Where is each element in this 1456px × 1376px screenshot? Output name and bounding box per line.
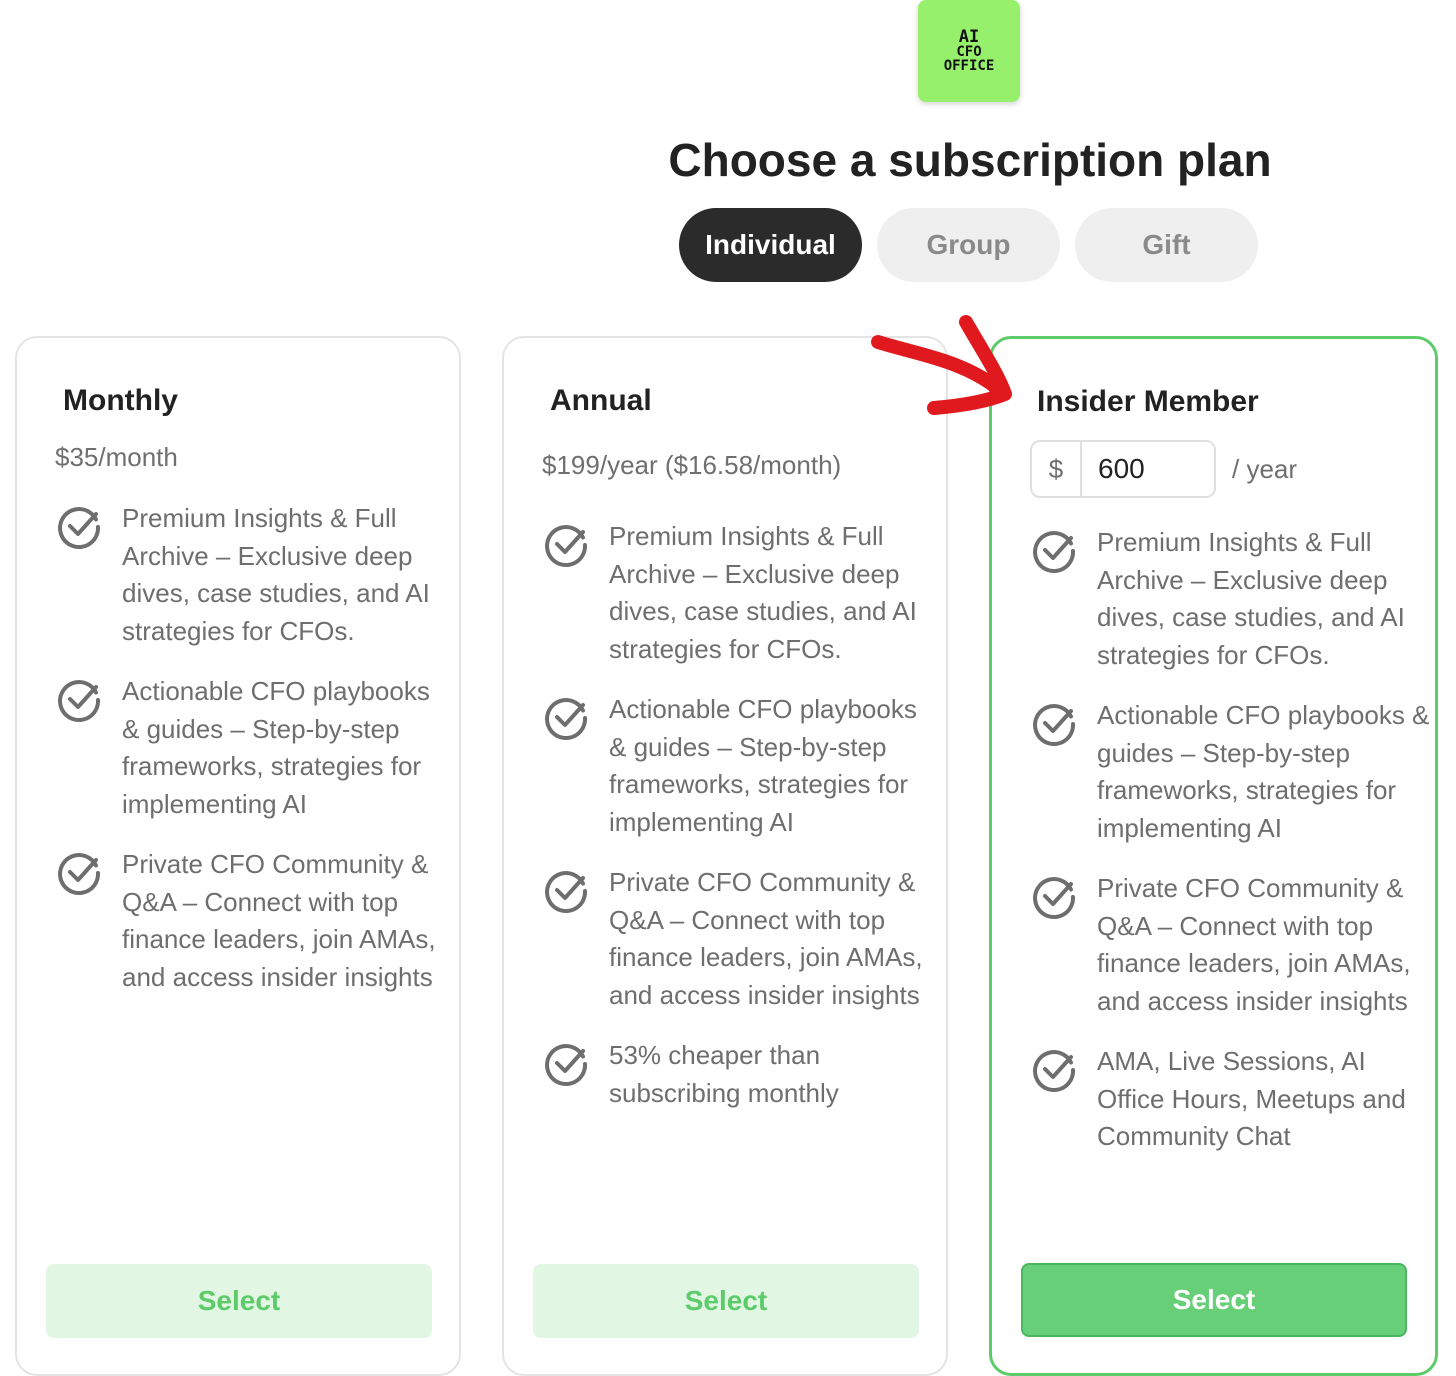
- feature-list: Premium Insights & Full Archive – Exclus…: [1030, 524, 1431, 1179]
- feature-text: Premium Insights & Full Archive – Exclus…: [1097, 527, 1405, 670]
- check-circle-icon: [1033, 877, 1076, 919]
- tab-individual[interactable]: Individual: [679, 208, 862, 282]
- feature-item: Private CFO Community & Q&A – Connect wi…: [1030, 870, 1431, 1020]
- tab-group[interactable]: Group: [877, 208, 1060, 282]
- logo: AI CFO OFFICE: [918, 0, 1020, 102]
- feature-item: AMA, Live Sessions, AI Office Hours, Mee…: [1030, 1043, 1431, 1156]
- select-monthly-button[interactable]: Select: [46, 1264, 432, 1338]
- check-circle-icon: [58, 680, 101, 722]
- check-circle-icon: [1033, 1050, 1076, 1092]
- feature-text: Premium Insights & Full Archive – Exclus…: [609, 521, 917, 664]
- billing-period: / year: [1232, 453, 1298, 484]
- plan-price: $35/month: [55, 442, 178, 472]
- feature-item: Actionable CFO playbooks & guides – Step…: [55, 673, 451, 823]
- feature-text: Actionable CFO playbooks & guides – Step…: [609, 694, 917, 837]
- feature-list: Premium Insights & Full Archive – Exclus…: [542, 518, 938, 1135]
- price-input-group: $: [1030, 440, 1216, 498]
- feature-text: Private CFO Community & Q&A – Connect wi…: [609, 867, 923, 1010]
- feature-text: Actionable CFO playbooks & guides – Step…: [1097, 700, 1430, 843]
- custom-price-row: $ / year: [1030, 440, 1297, 498]
- plan-type-tabs: Individual Group Gift: [679, 208, 1258, 282]
- plan-card-insider-member[interactable]: Insider Member $ / year Premium Insights…: [989, 336, 1438, 1376]
- plan-card-monthly[interactable]: Monthly $35/month Premium Insights & Ful…: [15, 336, 461, 1376]
- plan-title: Monthly: [63, 384, 178, 417]
- currency-symbol: $: [1032, 442, 1082, 496]
- check-circle-icon: [58, 507, 101, 549]
- feature-text: Private CFO Community & Q&A – Connect wi…: [1097, 873, 1411, 1016]
- feature-item: Actionable CFO playbooks & guides – Step…: [542, 691, 938, 841]
- plan-title: Insider Member: [1037, 385, 1259, 418]
- select-insider-member-button[interactable]: Select: [1021, 1263, 1407, 1337]
- logo-line-1: AI: [958, 27, 980, 47]
- feature-item: Premium Insights & Full Archive – Exclus…: [542, 518, 938, 668]
- feature-item: Private CFO Community & Q&A – Connect wi…: [55, 846, 451, 996]
- check-circle-icon: [545, 871, 588, 913]
- plan-card-annual[interactable]: Annual $199/year ($16.58/month) Premium …: [502, 336, 948, 1376]
- feature-item: Premium Insights & Full Archive – Exclus…: [1030, 524, 1431, 674]
- check-circle-icon: [58, 853, 101, 895]
- check-circle-icon: [1033, 704, 1076, 746]
- feature-text: Premium Insights & Full Archive – Exclus…: [122, 503, 430, 646]
- logo-line-3: OFFICE: [943, 58, 995, 74]
- plan-title: Annual: [550, 384, 652, 417]
- feature-text: Private CFO Community & Q&A – Connect wi…: [122, 849, 436, 992]
- feature-item: Private CFO Community & Q&A – Connect wi…: [542, 864, 938, 1014]
- red-arrow-annotation: [871, 315, 1012, 415]
- page-title: Choose a subscription plan: [668, 134, 1272, 186]
- check-circle-icon: [545, 525, 588, 567]
- feature-text: Actionable CFO playbooks & guides – Step…: [122, 676, 430, 819]
- feature-text: AMA, Live Sessions, AI Office Hours, Mee…: [1097, 1046, 1406, 1151]
- tab-gift[interactable]: Gift: [1075, 208, 1258, 282]
- feature-item: Actionable CFO playbooks & guides – Step…: [1030, 697, 1431, 847]
- check-circle-icon: [545, 698, 588, 740]
- feature-item: Premium Insights & Full Archive – Exclus…: [55, 500, 451, 650]
- plan-price: $199/year ($16.58/month): [542, 450, 842, 480]
- logo-line-2: CFO: [956, 44, 982, 60]
- check-circle-icon: [545, 1044, 588, 1086]
- amount-input[interactable]: [1082, 442, 1208, 496]
- feature-item: 53% cheaper than subscribing monthly: [542, 1037, 938, 1112]
- check-circle-icon: [1033, 531, 1076, 573]
- feature-list: Premium Insights & Full Archive – Exclus…: [55, 500, 451, 1019]
- feature-text: 53% cheaper than subscribing monthly: [609, 1040, 839, 1108]
- select-annual-button[interactable]: Select: [533, 1264, 919, 1338]
